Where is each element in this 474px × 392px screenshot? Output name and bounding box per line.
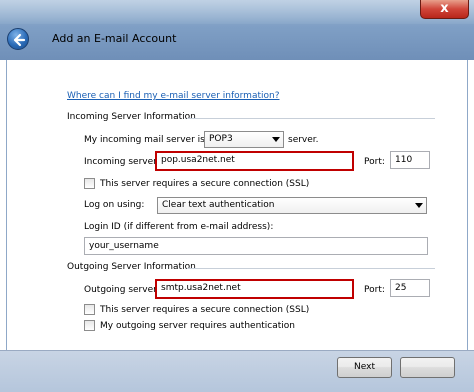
incoming-type-prefix: My incoming mail server is a (84, 135, 214, 145)
outgoing-section-title: Outgoing Server Information (67, 262, 196, 272)
incoming-port-field[interactable]: 110 (390, 151, 430, 169)
incoming-server-value: pop.usa2net.net (161, 155, 235, 165)
outgoing-server-label: Outgoing server: (84, 285, 160, 295)
incoming-type-suffix: server. (288, 135, 319, 145)
incoming-server-label: Incoming server: (84, 157, 160, 167)
outgoing-auth-label: My outgoing server requires authenticati… (100, 321, 296, 331)
incoming-port-label: Port: (364, 157, 385, 167)
outgoing-server-value: smtp.usa2net.net (161, 283, 241, 293)
outgoing-port-label: Port: (364, 285, 385, 295)
title-bar (0, 0, 474, 60)
cancel-button[interactable] (400, 357, 455, 378)
incoming-ssl-label: This server requires a secure connection… (100, 179, 310, 189)
login-id-label: Login ID (if different from e-mail addre… (84, 222, 274, 232)
logon-value: Clear text authentication (162, 200, 275, 210)
outgoing-section-divider (187, 268, 435, 269)
logon-label: Log on using: (84, 200, 145, 210)
outgoing-ssl-checkbox[interactable] (84, 304, 95, 315)
incoming-section-divider (187, 118, 435, 119)
help-link[interactable]: Where can I find my e-mail server inform… (67, 91, 279, 101)
outgoing-port-value: 25 (395, 283, 407, 293)
incoming-type-value: POP3 (209, 134, 233, 144)
back-button[interactable] (7, 28, 29, 50)
back-arrow-icon (13, 33, 26, 47)
incoming-server-field[interactable]: pop.usa2net.net (155, 151, 354, 171)
chevron-down-icon (415, 203, 423, 208)
outgoing-auth-checkbox[interactable] (84, 320, 95, 331)
logon-select[interactable]: Clear text authentication (157, 197, 427, 214)
close-button[interactable]: x (420, 0, 469, 19)
incoming-type-select[interactable]: POP3 (204, 131, 284, 148)
outgoing-port-field[interactable]: 25 (390, 279, 430, 297)
next-button[interactable]: Next (337, 357, 392, 378)
login-id-field[interactable]: your_username (84, 237, 428, 255)
close-icon: x (440, 1, 449, 16)
next-button-label: Next (354, 362, 375, 372)
outgoing-server-field[interactable]: smtp.usa2net.net (155, 279, 354, 299)
chevron-down-icon (272, 137, 280, 142)
window-title: Add an E-mail Account (52, 32, 177, 45)
incoming-section-title: Incoming Server Information (67, 112, 196, 122)
login-id-value: your_username (89, 241, 159, 251)
incoming-port-value: 110 (395, 155, 413, 165)
outgoing-ssl-label: This server requires a secure connection… (100, 305, 310, 315)
title-bar-gloss (0, 0, 474, 24)
incoming-ssl-checkbox[interactable] (84, 178, 95, 189)
